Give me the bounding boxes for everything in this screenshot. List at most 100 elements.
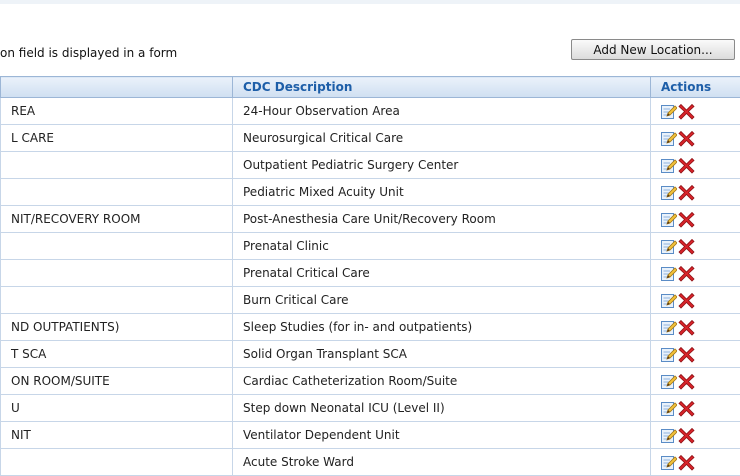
table-row[interactable]: L CARE Neurosurgical Critical Care [1,125,740,152]
delete-icon[interactable] [678,130,695,147]
delete-icon[interactable] [678,373,695,390]
cdc-description: Sleep Studies (for in- and outpatients) [243,320,472,334]
cdc-description: Post-Anesthesia Care Unit/Recovery Room [243,212,496,226]
delete-icon[interactable] [678,427,695,444]
delete-icon[interactable] [678,265,695,282]
actions-cell [651,179,740,206]
cdc-description-cell: Prenatal Critical Care [233,260,651,287]
table-row[interactable]: Prenatal Critical Care [1,260,740,287]
table-row[interactable]: Burn Critical Care [1,287,740,314]
delete-icon[interactable] [678,184,695,201]
table-row[interactable]: REA24-Hour Observation Area [1,98,740,125]
edit-icon[interactable] [660,373,677,390]
cdc-description: Neurosurgical Critical Care [243,131,403,145]
cdc-description: Outpatient Pediatric Surgery Center [243,158,458,172]
actions-cell [651,368,740,395]
top-bar [0,0,740,4]
delete-icon[interactable] [678,400,695,417]
location-cell: REA [1,98,233,125]
cdc-description-cell: Sleep Studies (for in- and outpatients) [233,314,651,341]
add-new-location-button[interactable]: Add New Location... [571,39,735,60]
edit-icon[interactable] [660,157,677,174]
edit-icon[interactable] [660,319,677,336]
location-cell: T SCA [1,341,233,368]
actions-cell [651,152,740,179]
table-row[interactable]: U Step down Neonatal ICU (Level II) [1,395,740,422]
location-name: T SCA [11,347,46,361]
table-row[interactable]: NITVentilator Dependent Unit [1,422,740,449]
cdc-description-cell: Acute Stroke Ward [233,449,651,476]
table-row[interactable]: T SCA Solid Organ Transplant SCA [1,341,740,368]
location-cell: U [1,395,233,422]
cdc-description-cell: Pediatric Mixed Acuity Unit [233,179,651,206]
delete-icon[interactable] [678,211,695,228]
edit-icon[interactable] [660,238,677,255]
edit-icon[interactable] [660,400,677,417]
delete-icon[interactable] [678,454,695,471]
actions-cell [651,260,740,287]
cdc-description: Prenatal Critical Care [243,266,370,280]
table-row[interactable]: ON ROOM/SUITE Cardiac Catheterization Roo… [1,368,740,395]
delete-icon[interactable] [678,319,695,336]
location-cell: L CARE [1,125,233,152]
edit-icon[interactable] [660,211,677,228]
table-row[interactable]: Acute Stroke Ward [1,449,740,476]
actions-cell [651,287,740,314]
actions-cell [651,395,740,422]
edit-icon[interactable] [660,184,677,201]
edit-icon[interactable] [660,427,677,444]
cdc-description: Prenatal Clinic [243,239,329,253]
delete-icon[interactable] [678,292,695,309]
delete-icon[interactable] [678,103,695,120]
edit-icon[interactable] [660,346,677,363]
table-row[interactable]: Pediatric Mixed Acuity Unit [1,179,740,206]
cdc-description: Pediatric Mixed Acuity Unit [243,185,404,199]
delete-icon[interactable] [678,238,695,255]
cdc-description-cell: Outpatient Pediatric Surgery Center [233,152,651,179]
cdc-description: Cardiac Catheterization Room/Suite [243,374,457,388]
location-name: L CARE [11,131,54,145]
column-header-actions: Actions [651,77,740,98]
location-cell [1,449,233,476]
edit-icon[interactable] [660,265,677,282]
edit-icon[interactable] [660,103,677,120]
cdc-description-cell: Neurosurgical Critical Care [233,125,651,152]
cdc-description-cell: Step down Neonatal ICU (Level II) [233,395,651,422]
cdc-description: Step down Neonatal ICU (Level II) [243,401,445,415]
table-row[interactable]: NIT/RECOVERY ROOM Post-Anesthesia Care Un… [1,206,740,233]
location-name: U [11,401,20,415]
cdc-description-cell: Post-Anesthesia Care Unit/Recovery Room [233,206,651,233]
locations-table: CDC Description Actions REA24-Hour Obser… [0,76,740,476]
location-cell: NIT/RECOVERY ROOM [1,206,233,233]
column-header-cdc-description[interactable]: CDC Description [233,77,651,98]
actions-cell [651,341,740,368]
actions-cell [651,98,740,125]
table-row[interactable]: Outpatient Pediatric Surgery Center [1,152,740,179]
table-header-row: CDC Description Actions [1,77,740,98]
actions-cell [651,422,740,449]
cdc-description-cell: Prenatal Clinic [233,233,651,260]
table-row[interactable]: ND OUTPATIENTS)Sleep Studies (for in- an… [1,314,740,341]
location-cell [1,287,233,314]
location-name: ON ROOM/SUITE [11,374,110,388]
location-name: REA [11,104,35,118]
edit-icon[interactable] [660,454,677,471]
location-name: NIT/RECOVERY ROOM [11,212,141,226]
edit-icon[interactable] [660,292,677,309]
delete-icon[interactable] [678,346,695,363]
location-cell: ON ROOM/SUITE [1,368,233,395]
location-cell [1,260,233,287]
cdc-description-cell: Solid Organ Transplant SCA [233,341,651,368]
cdc-description-cell: Cardiac Catheterization Room/Suite [233,368,651,395]
location-cell: NIT [1,422,233,449]
table-row[interactable]: Prenatal Clinic [1,233,740,260]
actions-cell [651,233,740,260]
location-cell [1,233,233,260]
edit-icon[interactable] [660,130,677,147]
actions-cell [651,314,740,341]
cdc-description-cell: Ventilator Dependent Unit [233,422,651,449]
actions-cell [651,449,740,476]
cdc-description-cell: Burn Critical Care [233,287,651,314]
column-header-location[interactable] [1,77,233,98]
delete-icon[interactable] [678,157,695,174]
